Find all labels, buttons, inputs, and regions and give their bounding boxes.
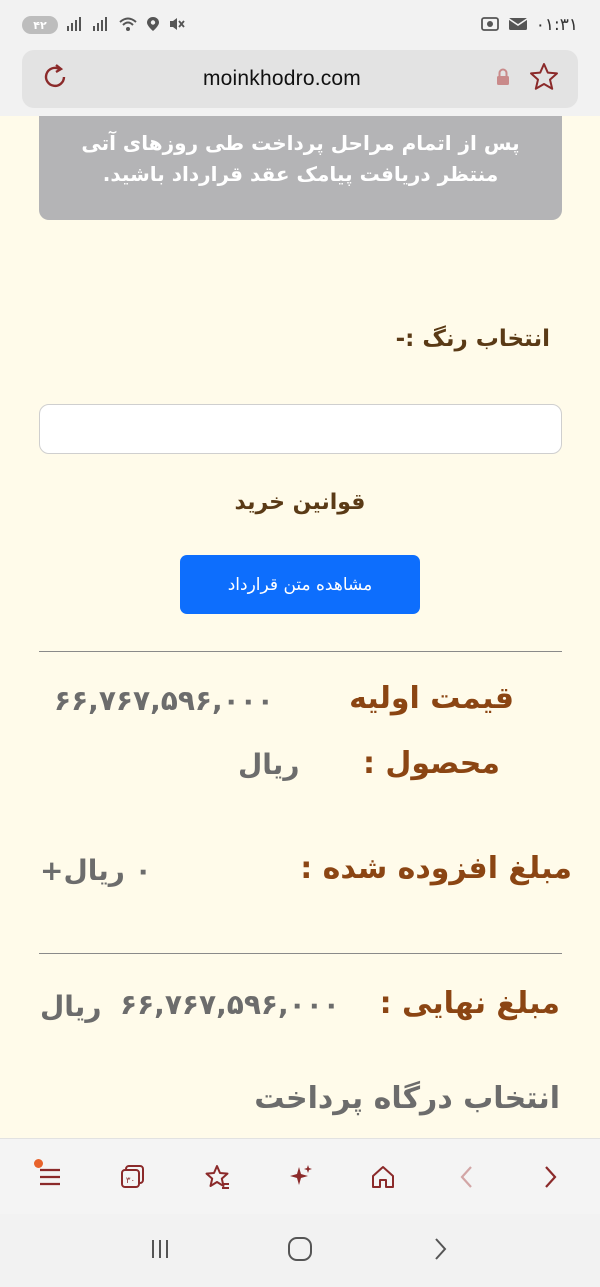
screenshot-icon xyxy=(480,16,500,35)
final-amount-value: ۶۶,۷۶۷,۵۹۶,۰۰۰ xyxy=(120,988,340,1021)
view-contract-button[interactable]: مشاهده متن قرارداد xyxy=(180,555,420,614)
battery-icon: ۴۲ xyxy=(22,16,58,34)
divider xyxy=(39,953,562,954)
signal-icon xyxy=(92,16,110,35)
status-right: ۰۱:۳۱ xyxy=(480,15,578,35)
forward-button[interactable] xyxy=(520,1147,580,1207)
terms-title: قوانین خرید xyxy=(234,490,366,515)
initial-price-label-product: محصول : xyxy=(362,746,500,781)
home-icon xyxy=(372,1165,395,1188)
browser-toolbar: ۳۰ xyxy=(0,1138,600,1214)
mute-icon xyxy=(168,16,186,35)
back-button[interactable] xyxy=(437,1147,497,1207)
recent-apps-button[interactable] xyxy=(145,1234,175,1268)
back-nav-button[interactable] xyxy=(425,1234,455,1268)
color-select-label: انتخاب رنگ :- xyxy=(395,326,550,352)
status-left: ۴۲ xyxy=(22,16,186,35)
location-icon xyxy=(146,16,160,35)
status-bar: ۴۲ ۰۱:۳۱ xyxy=(0,0,600,50)
divider xyxy=(39,651,562,652)
back-icon xyxy=(460,1165,472,1188)
initial-price-label: قیمت اولیه xyxy=(349,681,514,716)
reload-icon[interactable] xyxy=(40,62,70,96)
ai-assistant-button[interactable] xyxy=(270,1147,330,1207)
bookmarks-icon xyxy=(205,1164,229,1189)
added-amount-value: ۰ ریال+ xyxy=(40,854,152,887)
clock: ۰۱:۳۱ xyxy=(535,15,578,35)
payment-gateway-title: انتخاب درگاه پرداخت xyxy=(254,1081,560,1116)
lock-icon[interactable] xyxy=(494,67,512,91)
url-text[interactable]: moinkhodro.com xyxy=(203,67,361,91)
initial-price-value: ۶۶,۷۶۷,۵۹۶,۰۰۰ xyxy=(54,684,274,717)
bookmarks-button[interactable] xyxy=(187,1147,247,1207)
notification-dot xyxy=(33,1158,43,1168)
back-nav-icon xyxy=(435,1237,447,1260)
added-amount-label: مبلغ افزوده شده : xyxy=(300,851,572,886)
tabs-button[interactable]: ۳۰ xyxy=(103,1147,163,1207)
final-amount-label: مبلغ نهایی : xyxy=(379,986,560,1021)
home-button[interactable] xyxy=(353,1147,413,1207)
notice-line-1: پس از اتمام مراحل پرداخت طی روزهای آتی xyxy=(81,131,520,155)
final-amount-unit: ریال xyxy=(40,990,102,1023)
ai-sparkle-icon xyxy=(289,1164,312,1185)
home-nav-button[interactable] xyxy=(285,1234,315,1268)
menu-button[interactable] xyxy=(20,1147,80,1207)
wifi-icon xyxy=(118,16,138,35)
recent-apps-icon xyxy=(152,1239,168,1258)
notice-box: پس از اتمام مراحل پرداخت طی روزهای آتی م… xyxy=(39,116,562,220)
page-content: پس از اتمام مراحل پرداخت طی روزهای آتی م… xyxy=(0,116,600,1138)
tabs-count: ۳۰ xyxy=(126,1176,135,1186)
initial-price-unit: ریال xyxy=(238,748,300,781)
bookmark-star-icon[interactable] xyxy=(528,61,560,97)
mail-icon xyxy=(508,16,528,35)
color-input[interactable] xyxy=(39,404,562,454)
forward-icon xyxy=(545,1165,557,1188)
tabs-icon: ۳۰ xyxy=(121,1164,145,1188)
address-bar[interactable]: moinkhodro.com xyxy=(22,50,578,108)
notice-line-2: منتظر دریافت پیامک عقد قرارداد باشید. xyxy=(102,162,499,186)
url-right-icons xyxy=(494,61,560,97)
signal-icon xyxy=(66,16,84,35)
system-navigation-bar xyxy=(0,1214,600,1287)
home-nav-icon xyxy=(288,1236,312,1261)
